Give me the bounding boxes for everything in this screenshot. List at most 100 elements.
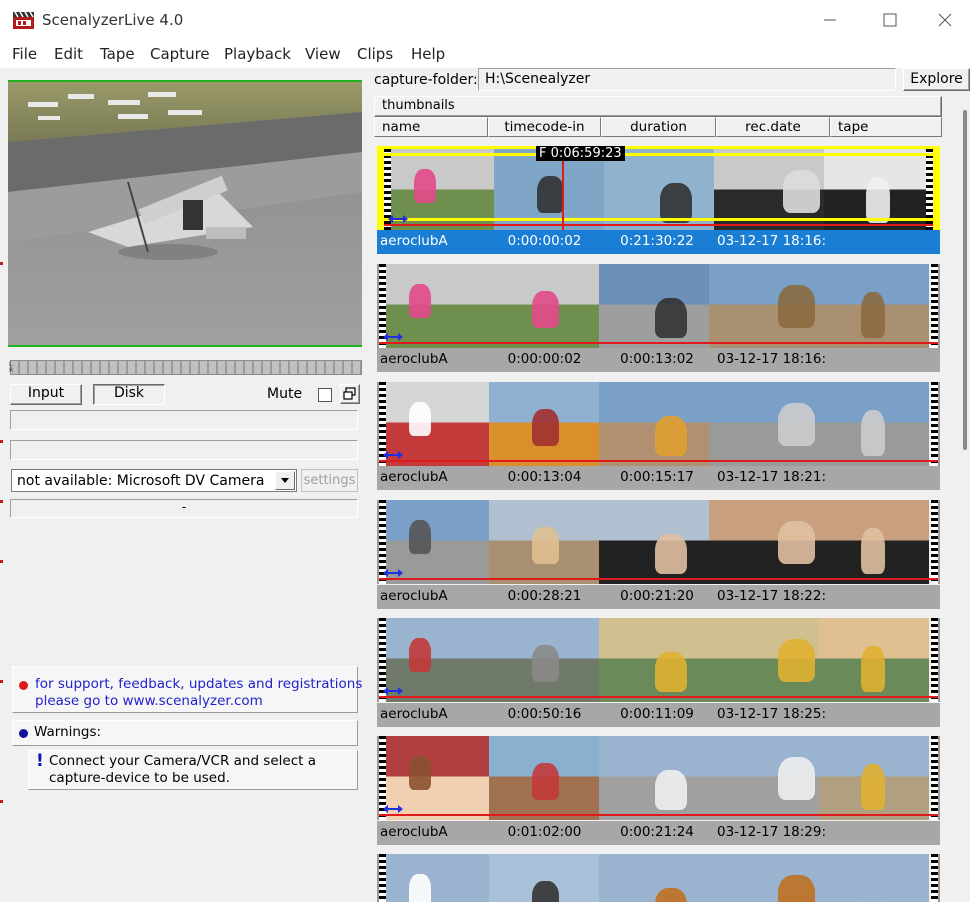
video-preview-image	[8, 82, 362, 345]
clip-thumbnail-strip[interactable]	[377, 500, 940, 584]
capture-device-value: not available: Microsoft DV Camera and V…	[17, 473, 267, 489]
clip-row[interactable]: aeroclubA 0:00:00:02 0:21:30:22 03-12-17…	[377, 230, 940, 254]
column-header-name[interactable]: name	[374, 117, 488, 137]
clip-timecode-in: 0:00:28:21	[507, 588, 582, 604]
clip-thumbnail-strip[interactable]	[377, 854, 940, 902]
input-button[interactable]: Input	[10, 384, 82, 405]
clip-thumbnail	[379, 854, 489, 902]
selection-highlight	[384, 153, 933, 156]
clip-name: aeroclubA	[380, 706, 448, 722]
film-perforation-right	[931, 264, 938, 348]
red-dot-icon	[19, 681, 28, 690]
menu-clips[interactable]: Clips	[357, 45, 393, 63]
clip-row[interactable]: aeroclubA 0:00:00:02 0:00:13:02 03-12-17…	[377, 348, 940, 372]
clip-row[interactable]: aeroclubA 0:01:02:00 0:00:21:24 03-12-17…	[377, 821, 940, 845]
thumbnail-subject	[660, 183, 692, 223]
thumbnail-subject	[778, 875, 815, 902]
column-header-timecode-in[interactable]: timecode-in	[488, 117, 601, 137]
menu-bar: File Edit Tape Capture Playback View Cli…	[0, 40, 970, 68]
clip-thumbnail	[599, 382, 709, 466]
edge-mark	[0, 440, 3, 443]
status-field-1	[10, 410, 358, 430]
menu-tape[interactable]: Tape	[100, 45, 135, 63]
clip-timecode-in: 0:00:13:04	[507, 469, 582, 485]
clip-thumbnail	[489, 382, 599, 466]
menu-edit[interactable]: Edit	[54, 45, 83, 63]
thumbnail-subject	[861, 646, 885, 692]
thumbnail-subject	[409, 756, 431, 790]
close-icon	[938, 13, 952, 27]
column-header-tape[interactable]: tape	[830, 117, 942, 137]
clip-row[interactable]: aeroclubA 0:00:28:21 0:00:21:20 03-12-17…	[377, 585, 940, 609]
column-header-rec-date[interactable]: rec.date	[716, 117, 830, 137]
clip-thumbnail	[489, 264, 599, 348]
thumbnail-subject	[655, 534, 687, 574]
minimize-button[interactable]	[802, 0, 858, 40]
clip-thumbnail-strip[interactable]	[377, 618, 940, 702]
warnings-label: Warnings:	[34, 724, 102, 740]
clip-timeline	[379, 342, 938, 344]
clip-duration: 0:00:15:17	[620, 469, 694, 485]
selection-highlight	[384, 218, 933, 221]
clip-thumbnail	[819, 382, 929, 466]
thumbnail-subject	[409, 284, 431, 318]
film-perforation-left	[379, 854, 386, 902]
film-perforation-right	[931, 500, 938, 584]
menu-help[interactable]: Help	[411, 45, 445, 63]
clip-row[interactable]: aeroclubA 0:00:50:16 0:00:11:09 03-12-17…	[377, 703, 940, 727]
mute-checkbox[interactable]	[318, 388, 332, 402]
blue-arrow-icon	[383, 805, 403, 813]
menu-capture[interactable]: Capture	[150, 45, 210, 63]
clip-thumbnail	[489, 854, 599, 902]
close-button[interactable]	[917, 0, 970, 40]
clip-row[interactable]: aeroclubA 0:00:13:04 0:00:15:17 03-12-17…	[377, 466, 940, 490]
thumbnail-subject	[532, 763, 559, 800]
thumbnail-subject	[537, 176, 564, 213]
capture-folder-field[interactable]: H:\Scenealyzer	[478, 68, 896, 91]
thumbnail-subject	[866, 177, 890, 223]
audio-channel-labels: LR	[9, 361, 14, 374]
explore-button[interactable]: Explore	[903, 68, 970, 91]
video-preview[interactable]	[8, 80, 362, 347]
edge-mark	[0, 500, 3, 503]
clip-thumbnail	[709, 736, 819, 820]
thumbnails-toggle[interactable]: thumbnails	[374, 96, 942, 117]
thumbnail-subject	[861, 292, 885, 338]
clip-timecode-in: 0:00:00:02	[507, 233, 582, 249]
thumbnail-subject	[861, 528, 885, 574]
clip-rec-date: 03-12-17 18:25:13	[717, 706, 825, 722]
maximize-button[interactable]	[862, 0, 918, 40]
edge-mark	[0, 800, 3, 803]
pip-button[interactable]	[340, 384, 360, 404]
clip-thumbnail-strip[interactable]	[377, 382, 940, 466]
clip-thumbnail	[489, 736, 599, 820]
film-perforation-right	[931, 382, 938, 466]
scenalyzer-logo-icon	[13, 12, 34, 29]
thumbnail-subject	[861, 764, 885, 810]
support-link-line2[interactable]: please go to www.scenalyzer.com	[35, 693, 263, 709]
menu-view[interactable]: View	[305, 45, 341, 63]
capture-device-select[interactable]: not available: Microsoft DV Camera and V…	[11, 469, 297, 492]
menu-file[interactable]: File	[12, 45, 37, 63]
playhead-line[interactable]	[562, 149, 564, 230]
device-dropdown-button[interactable]	[275, 471, 295, 490]
film-perforation-right	[931, 736, 938, 820]
clip-thumbnail-strip[interactable]	[377, 146, 940, 230]
support-link-line1[interactable]: for support, feedback, updates and regis…	[35, 676, 362, 692]
thumbnail-subject	[655, 888, 687, 902]
thumbnail-subject	[778, 403, 815, 446]
scrollbar-thumb[interactable]	[963, 110, 967, 450]
settings-button[interactable]: settings	[301, 469, 358, 492]
clip-thumbnail-strip[interactable]	[377, 264, 940, 348]
column-header-duration[interactable]: duration	[601, 117, 716, 137]
status-field-2	[10, 440, 358, 460]
blue-arrow-icon	[383, 687, 403, 695]
menu-playback[interactable]: Playback	[224, 45, 291, 63]
disk-button[interactable]: Disk	[93, 384, 165, 405]
thumbnail-subject	[409, 874, 431, 902]
blue-arrow-icon	[388, 215, 408, 223]
edge-mark	[0, 560, 3, 563]
clip-thumbnail-strip[interactable]	[377, 736, 940, 820]
chevron-down-icon	[281, 478, 289, 483]
thumbnail-subject	[532, 291, 559, 328]
